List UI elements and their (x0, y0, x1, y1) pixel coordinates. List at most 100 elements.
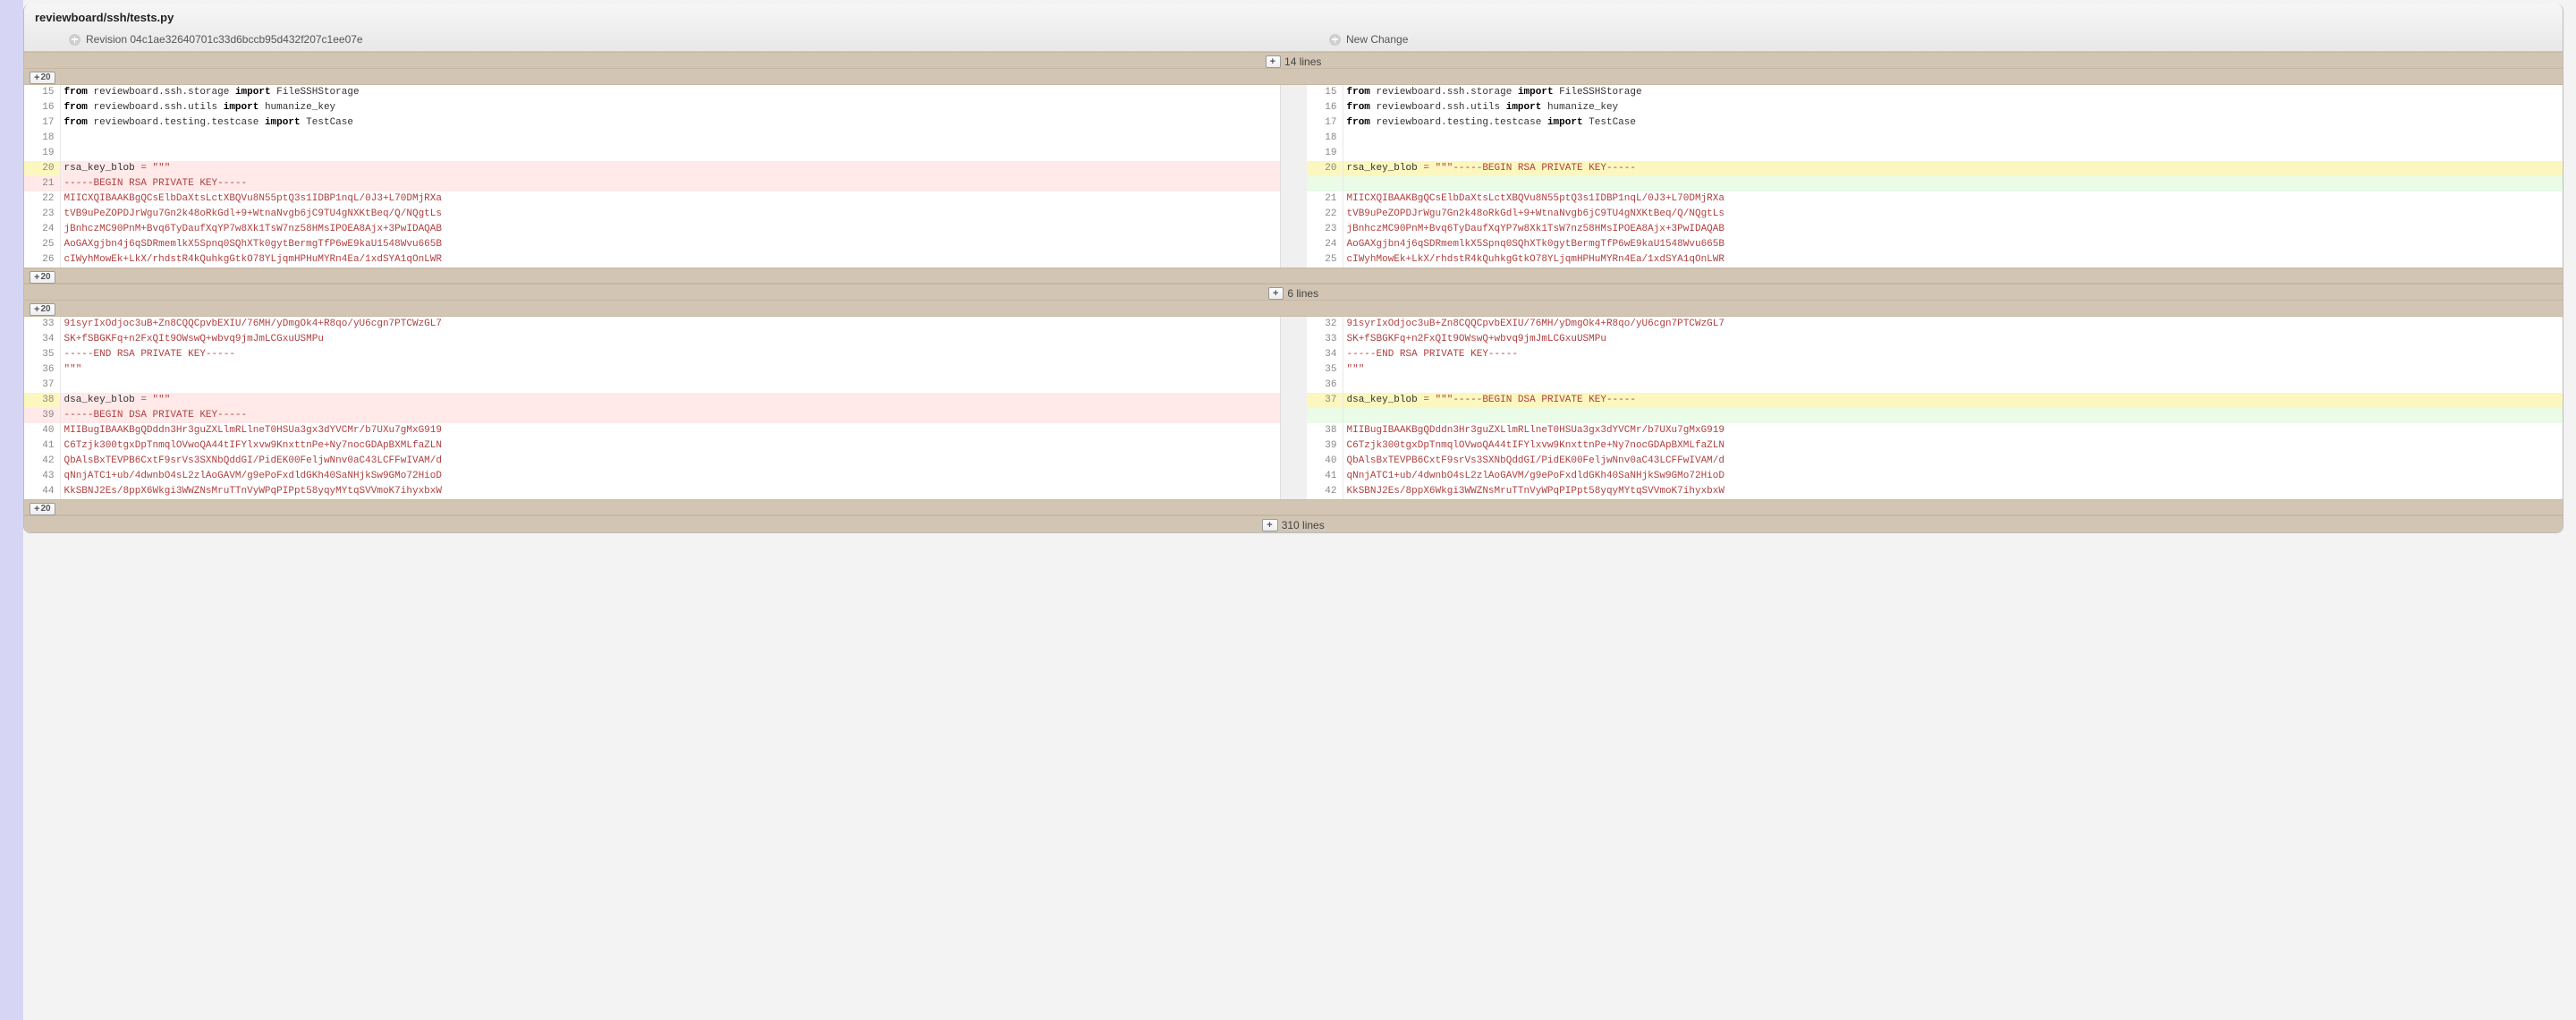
line-number-right[interactable]: 24 (1307, 237, 1343, 252)
line-number-left[interactable]: 34 (24, 332, 60, 347)
line-number-right[interactable]: 34 (1307, 347, 1343, 362)
expand-20-button[interactable]: +20 (30, 72, 55, 84)
code-right[interactable]: qNnjATC1+ub/4dwnbO4sL2zlAoGAVM/g9ePoFxdl… (1343, 469, 2563, 484)
code-right[interactable]: AoGAXgjbn4j6qSDRmemlkX5Spnq0SQhXTk0gytBe… (1343, 237, 2563, 252)
line-number-right[interactable]: 38 (1307, 423, 1343, 438)
code-right[interactable] (1343, 408, 2563, 423)
line-number-left[interactable]: 33 (24, 317, 60, 332)
code-right[interactable]: from reviewboard.ssh.utils import humani… (1343, 100, 2563, 115)
line-number-right[interactable]: 33 (1307, 332, 1343, 347)
code-left[interactable]: -----END RSA PRIVATE KEY----- (60, 347, 1280, 362)
code-right[interactable]: jBnhczMC90PnM+Bvq6TyDaufXqYP7w8Xk1TsW7nz… (1343, 222, 2563, 237)
expand-20-button[interactable]: +20 (30, 503, 55, 515)
line-number-left[interactable]: 38 (24, 393, 60, 408)
code-right[interactable]: tVB9uPeZOPDJrWgu7Gn2k48oRkGdl+9+WtnaNvgb… (1343, 207, 2563, 222)
line-number-right[interactable]: 18 (1307, 131, 1343, 146)
code-left[interactable]: jBnhczMC90PnM+Bvq6TyDaufXqYP7w8Xk1TsW7nz… (60, 222, 1280, 237)
code-left[interactable]: tVB9uPeZOPDJrWgu7Gn2k48oRkGdl+9+WtnaNvgb… (60, 207, 1280, 222)
line-number-right[interactable]: 20 (1307, 161, 1343, 176)
code-right[interactable]: KkSBNJ2Es/8ppX6Wkgi3WWZNsMruTTnVyWPqPIPp… (1343, 484, 2563, 499)
line-number-right[interactable]: 16 (1307, 100, 1343, 115)
line-number-left[interactable]: 35 (24, 347, 60, 362)
code-right[interactable]: rsa_key_blob = """-----BEGIN RSA PRIVATE… (1343, 161, 2563, 176)
code-right[interactable] (1343, 176, 2563, 191)
line-number-right[interactable]: 19 (1307, 146, 1343, 161)
code-left[interactable]: from reviewboard.ssh.utils import humani… (60, 100, 1280, 115)
code-right[interactable]: MIICXQIBAAKBgQCsElbDaXtsLctXBQVu8N55ptQ3… (1343, 191, 2563, 207)
line-number-left[interactable]: 17 (24, 115, 60, 131)
line-number-left[interactable]: 22 (24, 191, 60, 207)
code-right[interactable]: cIWyhMowEk+LkX/rhdstR4kQuhkgGtkO78YLjqmH… (1343, 252, 2563, 268)
code-left[interactable]: -----BEGIN RSA PRIVATE KEY----- (60, 176, 1280, 191)
expand-button[interactable]: + (1266, 55, 1281, 68)
code-right[interactable]: dsa_key_blob = """-----BEGIN DSA PRIVATE… (1343, 393, 2563, 408)
code-left[interactable]: QbAlsBxTEVPB6CxtF9srVs3SXNbQddGI/PidEK00… (60, 454, 1280, 469)
line-number-left[interactable]: 19 (24, 146, 60, 161)
code-left[interactable]: C6Tzjk300tgxDpTnmqlOVwoQA44tIFYlxvw9Knxt… (60, 438, 1280, 454)
line-number-right[interactable]: 40 (1307, 454, 1343, 469)
code-right[interactable]: C6Tzjk300tgxDpTnmqlOVwoQA44tIFYlxvw9Knxt… (1343, 438, 2563, 454)
code-right[interactable]: """ (1343, 362, 2563, 378)
code-left[interactable]: cIWyhMowEk+LkX/rhdstR4kQuhkgGtkO78YLjqmH… (60, 252, 1280, 268)
line-number-right[interactable]: 41 (1307, 469, 1343, 484)
line-number-right[interactable]: 15 (1307, 85, 1343, 100)
line-number-right[interactable]: 42 (1307, 484, 1343, 499)
code-left[interactable] (60, 378, 1280, 393)
line-number-left[interactable]: 23 (24, 207, 60, 222)
line-number-left[interactable]: 24 (24, 222, 60, 237)
line-number-right[interactable]: 35 (1307, 362, 1343, 378)
code-left[interactable]: from reviewboard.ssh.storage import File… (60, 85, 1280, 100)
expand-20-button[interactable]: +20 (30, 271, 55, 284)
code-right[interactable]: SK+fSBGKFq+n2FxQIt9OWswQ+wbvq9jmJmLCGxuU… (1343, 332, 2563, 347)
line-number-right[interactable] (1307, 408, 1343, 423)
line-number-right[interactable]: 37 (1307, 393, 1343, 408)
code-right[interactable]: 91syrIxOdjoc3uB+Zn8CQQCpvbEXIU/76MH/yDmg… (1343, 317, 2563, 332)
code-left[interactable]: MIICXQIBAAKBgQCsElbDaXtsLctXBQVu8N55ptQ3… (60, 191, 1280, 207)
line-number-left[interactable]: 37 (24, 378, 60, 393)
code-right[interactable] (1343, 146, 2563, 161)
line-number-left[interactable]: 41 (24, 438, 60, 454)
code-right[interactable]: -----END RSA PRIVATE KEY----- (1343, 347, 2563, 362)
code-left[interactable]: qNnjATC1+ub/4dwnbO4sL2zlAoGAVM/g9ePoFxdl… (60, 469, 1280, 484)
line-number-left[interactable]: 42 (24, 454, 60, 469)
line-number-right[interactable]: 17 (1307, 115, 1343, 131)
code-left[interactable]: """ (60, 362, 1280, 378)
expand-button[interactable]: + (1262, 519, 1277, 531)
code-right[interactable]: from reviewboard.ssh.storage import File… (1343, 85, 2563, 100)
line-number-left[interactable]: 18 (24, 131, 60, 146)
line-number-left[interactable]: 15 (24, 85, 60, 100)
line-number-right[interactable]: 39 (1307, 438, 1343, 454)
code-left[interactable]: KkSBNJ2Es/8ppX6Wkgi3WWZNsMruTTnVyWPqPIPp… (60, 484, 1280, 499)
line-number-right[interactable]: 22 (1307, 207, 1343, 222)
expand-20-button[interactable]: +20 (30, 303, 55, 316)
code-right[interactable]: QbAlsBxTEVPB6CxtF9srVs3SXNbQddGI/PidEK00… (1343, 454, 2563, 469)
line-number-right[interactable]: 21 (1307, 191, 1343, 207)
code-right[interactable]: from reviewboard.testing.testcase import… (1343, 115, 2563, 131)
line-number-left[interactable]: 36 (24, 362, 60, 378)
line-number-left[interactable]: 44 (24, 484, 60, 499)
code-left[interactable]: rsa_key_blob = """ (60, 161, 1280, 176)
code-left[interactable]: 91syrIxOdjoc3uB+Zn8CQQCpvbEXIU/76MH/yDmg… (60, 317, 1280, 332)
line-number-left[interactable]: 16 (24, 100, 60, 115)
code-left[interactable] (60, 146, 1280, 161)
code-right[interactable]: MIIBugIBAAKBgQDddn3Hr3guZXLlmRLlneT0HSUa… (1343, 423, 2563, 438)
line-number-left[interactable]: 43 (24, 469, 60, 484)
code-left[interactable]: AoGAXgjbn4j6qSDRmemlkX5Spnq0SQhXTk0gytBe… (60, 237, 1280, 252)
code-left[interactable]: MIIBugIBAAKBgQDddn3Hr3guZXLlmRLlneT0HSUa… (60, 423, 1280, 438)
code-right[interactable] (1343, 378, 2563, 393)
line-number-right[interactable]: 36 (1307, 378, 1343, 393)
line-number-left[interactable]: 20 (24, 161, 60, 176)
line-number-right[interactable]: 25 (1307, 252, 1343, 268)
code-left[interactable]: from reviewboard.testing.testcase import… (60, 115, 1280, 131)
code-right[interactable] (1343, 131, 2563, 146)
line-number-right[interactable]: 23 (1307, 222, 1343, 237)
line-number-left[interactable]: 25 (24, 237, 60, 252)
line-number-left[interactable]: 21 (24, 176, 60, 191)
line-number-right[interactable]: 32 (1307, 317, 1343, 332)
line-number-right[interactable] (1307, 176, 1343, 191)
expand-button[interactable]: + (1268, 287, 1284, 300)
code-left[interactable]: SK+fSBGKFq+n2FxQIt9OWswQ+wbvq9jmJmLCGxuU… (60, 332, 1280, 347)
line-number-left[interactable]: 40 (24, 423, 60, 438)
line-number-left[interactable]: 26 (24, 252, 60, 268)
line-number-left[interactable]: 39 (24, 408, 60, 423)
